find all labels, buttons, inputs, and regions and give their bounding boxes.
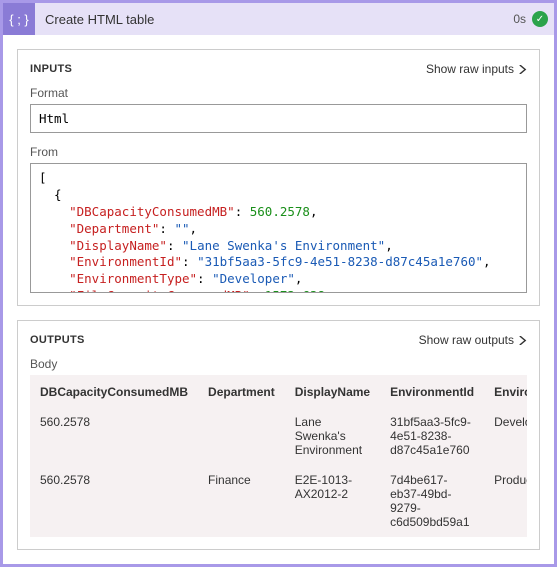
chevron-right-icon [518, 336, 527, 345]
show-raw-inputs-label: Show raw inputs [426, 62, 514, 76]
table-cell [198, 407, 285, 465]
outputs-panel: OUTPUTS Show raw outputs Body DBCapacity… [17, 320, 540, 550]
success-check-icon: ✓ [532, 11, 548, 27]
format-label: Format [30, 86, 527, 100]
table-cell: Lane Swenka's Environment [285, 407, 380, 465]
inputs-panel: INPUTS Show raw inputs Format Html From … [17, 49, 540, 306]
table-cell: Production [484, 465, 527, 537]
data-operations-icon: { ; } [3, 3, 35, 35]
card-title: Create HTML table [35, 12, 513, 27]
table-cell: 560.2578 [30, 407, 198, 465]
from-label: From [30, 145, 527, 159]
output-table-scroll[interactable]: DBCapacityConsumedMBDepartmentDisplayNam… [30, 377, 527, 537]
table-cell: 560.2578 [30, 465, 198, 537]
table-cell: E2E-1013-AX2012-2 [285, 465, 380, 537]
body-section: DBCapacityConsumedMBDepartmentDisplayNam… [30, 375, 527, 537]
body-label: Body [30, 357, 527, 371]
chevron-right-icon [518, 65, 527, 74]
show-raw-outputs-label: Show raw outputs [419, 333, 514, 347]
column-header: Environment [484, 377, 527, 407]
table-cell: 7d4be617-eb37-49bd-9279-c6d509bd59a1 [380, 465, 484, 537]
card-header: { ; } Create HTML table 0s ✓ [3, 3, 554, 35]
table-cell: 31bf5aa3-5fc9-4e51-8238-d87c45a1e760 [380, 407, 484, 465]
show-raw-outputs-link[interactable]: Show raw outputs [419, 333, 527, 347]
column-header: DisplayName [285, 377, 380, 407]
table-row: 560.2578 Lane Swenka's Environment31bf5aa… [30, 407, 527, 465]
table-cell: Finance [198, 465, 285, 537]
column-header: Department [198, 377, 285, 407]
inputs-title: INPUTS [30, 63, 426, 75]
format-value[interactable]: Html [30, 104, 527, 133]
from-json-viewer[interactable]: [ { "DBCapacityConsumedMB": 560.2578, "D… [30, 163, 527, 293]
column-header: DBCapacityConsumedMB [30, 377, 198, 407]
table-row: 560.2578FinanceE2E-1013-AX2012-27d4be617… [30, 465, 527, 537]
table-cell: Developer [484, 407, 527, 465]
card-body: INPUTS Show raw inputs Format Html From … [3, 35, 554, 564]
duration-label: 0s [513, 12, 532, 26]
action-card: { ; } Create HTML table 0s ✓ INPUTS Show… [0, 0, 557, 567]
column-header: EnvironmentId [380, 377, 484, 407]
output-table: DBCapacityConsumedMBDepartmentDisplayNam… [30, 377, 527, 537]
show-raw-inputs-link[interactable]: Show raw inputs [426, 62, 527, 76]
outputs-title: OUTPUTS [30, 334, 419, 346]
